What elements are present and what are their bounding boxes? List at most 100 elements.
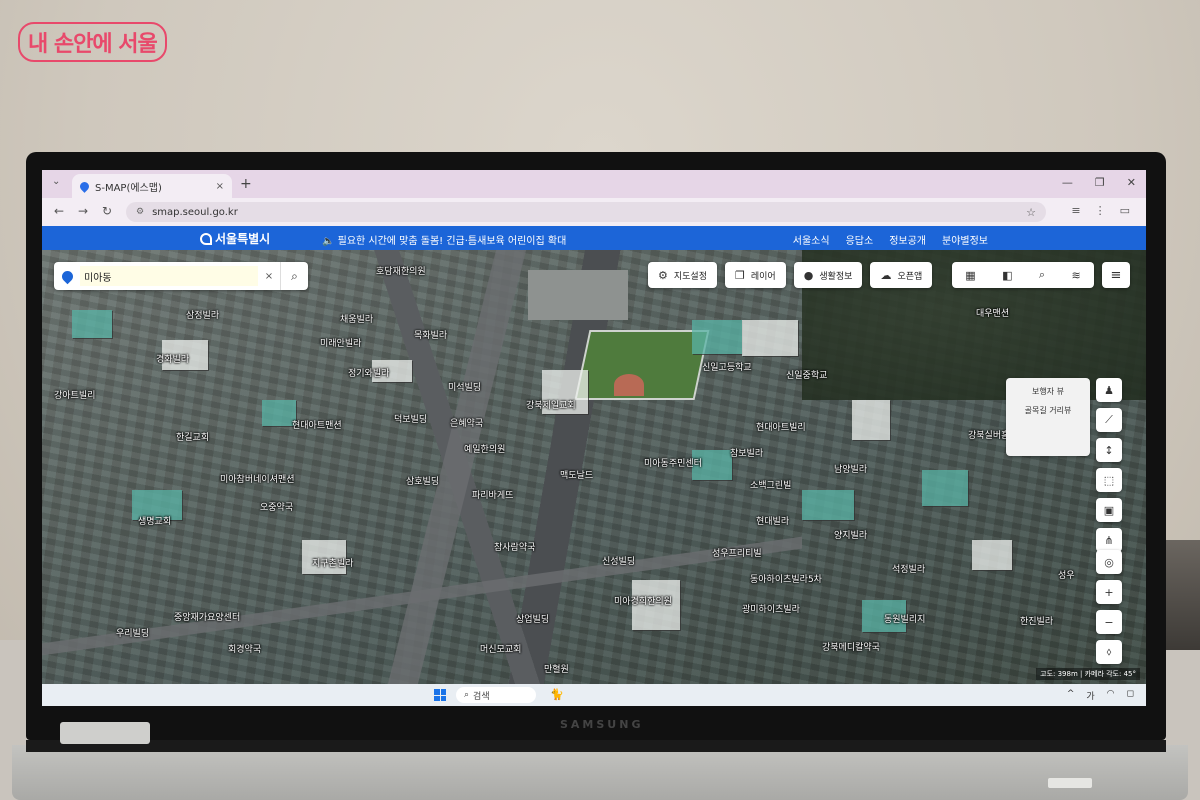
nav-item-disclosure[interactable]: 정보공개 — [889, 232, 926, 247]
hamburger-menu-icon[interactable]: ≡ — [1102, 262, 1130, 288]
back-icon[interactable]: ← — [54, 204, 64, 218]
map-label[interactable]: 강북제일교회 — [526, 398, 576, 411]
map-label[interactable]: 석정빌라 — [892, 562, 925, 575]
map-label[interactable]: 양지빌라 — [834, 528, 867, 541]
life-info-button[interactable]: ● 생활정보 — [793, 262, 863, 288]
map-label[interactable]: 머신모교회 — [480, 642, 521, 655]
map-label[interactable]: 참보빌라 — [730, 446, 763, 459]
notice-banner[interactable]: 🔈 필요한 시간에 맞춤 돌봄! 긴급·틈새보육 어린이집 확대 — [322, 232, 566, 247]
map-label[interactable]: 오중약국 — [260, 500, 293, 513]
map-label[interactable]: 성우 — [1058, 568, 1075, 581]
building-icon[interactable]: ▦ — [965, 269, 975, 282]
map-label[interactable]: 광미하이츠빌라 — [742, 602, 800, 615]
site-info-icon[interactable]: ⚙ — [136, 207, 144, 217]
measure-height-icon[interactable]: ↕ — [1096, 438, 1122, 462]
seoul-logo[interactable]: 서울특별시 — [200, 230, 270, 247]
media-icon[interactable]: ≡ — [1071, 204, 1080, 217]
map-label[interactable]: 강아트빌리 — [54, 388, 95, 401]
map-label[interactable]: 동원빌리지 — [884, 612, 925, 625]
open-app-button[interactable]: ☁ 오픈앱 — [870, 262, 933, 288]
map-label[interactable]: 현대빌라 — [756, 514, 789, 527]
map-label[interactable]: 경화빌라 — [156, 352, 189, 365]
map-label[interactable]: 미아동주민센터 — [644, 456, 702, 469]
tray-chevron-icon[interactable]: ^ — [1067, 689, 1075, 702]
close-icon[interactable]: ✕ — [1127, 176, 1136, 189]
pedestrian-view-option[interactable]: 보행자 뷰 — [1006, 378, 1090, 397]
input-language[interactable]: 가 — [1086, 689, 1094, 702]
new-tab-button[interactable]: + — [240, 176, 252, 192]
map-label[interactable]: 신일중학교 — [786, 368, 827, 381]
browser-tab[interactable]: S-MAP(에스맵) × — [72, 174, 232, 198]
map-label[interactable]: 동아하이츠빌라5차 — [750, 572, 822, 585]
map-label[interactable]: 은혜약국 — [450, 416, 483, 429]
compass-icon[interactable]: ⬨ — [1096, 640, 1122, 664]
share-icon[interactable]: ⋔ — [1096, 528, 1122, 552]
map-label[interactable]: 한길교회 — [176, 430, 209, 443]
save-icon[interactable]: ▣ — [1096, 498, 1122, 522]
bookmark-star-icon[interactable]: ☆ — [1026, 206, 1036, 219]
map-label[interactable]: 강북실버홈 — [968, 428, 1009, 441]
map-label[interactable]: 성우프리티빌 — [712, 546, 762, 559]
map-label[interactable]: 남양빌라 — [834, 462, 867, 475]
map-label[interactable]: 우리빌딩 — [116, 626, 149, 639]
map-label[interactable]: 덕보빌딩 — [394, 412, 427, 425]
measure-area-icon[interactable]: ⬚ — [1096, 468, 1122, 492]
map-label[interactable]: 미래안빌라 — [320, 336, 361, 349]
map-label[interactable]: 지구촌빌라 — [312, 556, 353, 569]
restore-icon[interactable]: ❐ — [1095, 176, 1105, 189]
minimize-icon[interactable]: — — [1062, 176, 1073, 189]
search-button[interactable]: ⌕ — [280, 262, 308, 290]
map-label[interactable]: 삼호빌딩 — [406, 474, 439, 487]
map-label[interactable]: 미석빌딩 — [448, 380, 481, 393]
map-label[interactable]: 생명교회 — [138, 514, 171, 527]
zoom-in-button[interactable]: + — [1096, 580, 1122, 604]
map-settings-button[interactable]: ⚙ 지도설정 — [648, 262, 717, 288]
map-label[interactable]: 현대아트맨션 — [292, 418, 342, 431]
map-label[interactable]: 미아참버네이셔맨션 — [220, 472, 295, 485]
map-label[interactable]: 파리바게뜨 — [472, 488, 513, 501]
nav-item-response[interactable]: 응답소 — [846, 232, 874, 247]
map-label[interactable]: 대우맨션 — [976, 306, 1009, 319]
map-label[interactable]: 목화빌라 — [414, 328, 447, 341]
forward-icon[interactable]: → — [78, 204, 88, 218]
taskbar-app-icon[interactable]: 🐈 — [550, 688, 564, 701]
map-label[interactable]: 만혈원 — [544, 662, 569, 675]
map-label[interactable]: 신일고등학교 — [702, 360, 752, 373]
nav-item-categories[interactable]: 분야별정보 — [942, 232, 988, 247]
wind-icon[interactable]: ≋ — [1072, 269, 1081, 282]
map-label[interactable]: 신성빌딩 — [602, 554, 635, 567]
clear-search-button[interactable]: × — [258, 271, 280, 282]
map-label[interactable]: 호담재한의원 — [376, 264, 426, 277]
notification-icon[interactable]: ◻ — [1127, 689, 1134, 702]
more-menu-icon[interactable]: ⋮ — [1095, 204, 1106, 217]
map-label[interactable]: 소백그린빌 — [750, 478, 791, 491]
side-panel-icon[interactable]: ▭ — [1120, 204, 1130, 217]
measure-distance-icon[interactable]: ⟋ — [1096, 408, 1122, 432]
magnify-icon[interactable]: ⌕ — [1039, 268, 1045, 282]
layer-button[interactable]: ❐ 레이어 — [725, 262, 786, 288]
map-label[interactable]: 한진빌라 — [1020, 614, 1053, 627]
address-bar[interactable]: ⚙ smap.seoul.go.kr ☆ — [126, 202, 1046, 222]
split-view-icon[interactable]: ◧ — [1002, 269, 1012, 282]
search-input[interactable] — [80, 266, 258, 286]
taskbar-search[interactable]: ⌕ 검색 — [456, 687, 536, 703]
map-label[interactable]: 상업빌딩 — [516, 612, 549, 625]
reload-icon[interactable]: ↻ — [102, 204, 112, 218]
map-label[interactable]: 회경약국 — [228, 642, 261, 655]
map-label[interactable]: 정기와빌라 — [348, 366, 389, 379]
map-3d-view[interactable]: 호담재한의원 삼정빌라 채움빌라 미래안빌라 목화빌라 경화빌라 정기와빌라 미… — [42, 250, 1146, 684]
zoom-out-button[interactable]: − — [1096, 610, 1122, 634]
windows-start-icon[interactable] — [434, 689, 446, 701]
tab-close-button[interactable]: × — [216, 181, 224, 192]
map-label[interactable]: 강북메디칼약국 — [822, 640, 880, 653]
map-label[interactable]: 삼정빌라 — [186, 308, 219, 321]
locate-icon[interactable]: ◎ — [1096, 550, 1122, 574]
tab-list-icon[interactable]: ⌄ — [52, 176, 60, 187]
map-label[interactable]: 채움빌라 — [340, 312, 373, 325]
map-label[interactable]: 참사람약국 — [494, 540, 535, 553]
map-label[interactable]: 미아경희한의원 — [614, 594, 672, 607]
map-label[interactable]: 현대아트빌리 — [756, 420, 806, 433]
pedestrian-icon[interactable]: ♟ — [1096, 378, 1122, 402]
alley-street-view-option[interactable]: 골목길 거리뷰 — [1006, 397, 1090, 416]
map-label[interactable]: 맥도날드 — [560, 468, 593, 481]
